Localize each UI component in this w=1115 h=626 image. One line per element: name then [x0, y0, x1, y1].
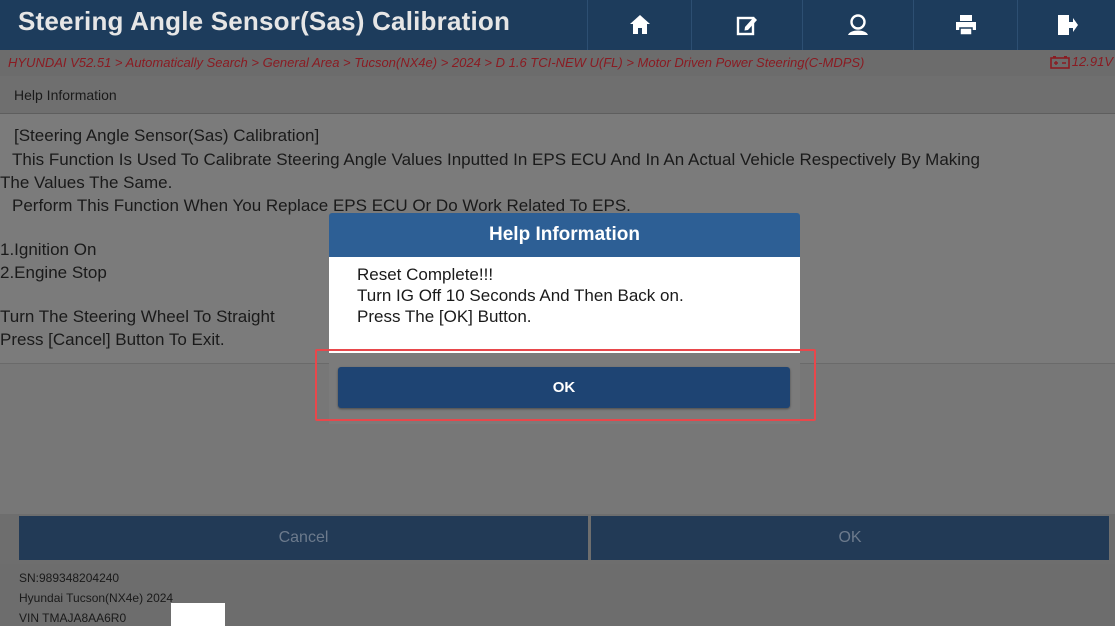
vehicle-info-footer: SN:989348204240 Hyundai Tucson(NX4e) 202…	[0, 564, 1115, 626]
title-bar: Steering Angle Sensor(Sas) Calibration	[0, 0, 1115, 50]
help-line: 1.Ignition On	[0, 240, 97, 259]
ok-button[interactable]: OK	[591, 516, 1109, 560]
help-line: Turn The Steering Wheel To Straight	[0, 307, 275, 326]
help-user-button[interactable]	[803, 0, 913, 50]
cancel-button[interactable]: Cancel	[19, 516, 588, 560]
help-line: 2.Engine Stop	[0, 263, 107, 282]
print-icon	[954, 13, 978, 37]
dialog-body: Reset Complete!!! Turn IG Off 10 Seconds…	[329, 257, 800, 353]
page-title: Steering Angle Sensor(Sas) Calibration	[18, 6, 511, 36]
action-bar: Cancel OK	[0, 514, 1115, 564]
serial-number: SN:989348204240	[19, 571, 120, 585]
print-button[interactable]	[914, 0, 1017, 50]
help-line: [Steering Angle Sensor(Sas) Calibration]	[14, 126, 320, 145]
exit-icon	[1055, 13, 1079, 37]
help-line: The Values The Same.	[0, 173, 173, 192]
help-line: This Function Is Used To Calibrate Steer…	[12, 150, 980, 169]
user-help-icon	[845, 13, 871, 37]
battery-icon	[1049, 55, 1070, 69]
home-icon	[628, 13, 652, 37]
dialog-title: Help Information	[329, 213, 800, 257]
voltage-value: 12.91V	[1071, 54, 1113, 69]
battery-voltage: 12.91V	[1049, 54, 1113, 69]
dialog-line: Reset Complete!!!	[357, 265, 494, 284]
help-section-header: Help Information	[0, 76, 1115, 114]
edit-report-icon	[735, 13, 759, 37]
breadcrumb-bar: HYUNDAI V52.51 > Automatically Search > …	[0, 50, 1115, 76]
home-button[interactable]	[588, 0, 691, 50]
vehicle-model: Hyundai Tucson(NX4e) 2024	[19, 591, 174, 605]
dialog-line: Press The [OK] Button.	[357, 307, 532, 326]
help-line: Press [Cancel] Button To Exit.	[0, 330, 225, 349]
breadcrumb: HYUNDAI V52.51 > Automatically Search > …	[8, 55, 865, 70]
vin-number: VIN TMAJA8AA6R0	[19, 611, 127, 625]
highlight-box	[315, 349, 816, 421]
redaction-box	[171, 603, 225, 626]
dialog-line: Turn IG Off 10 Seconds And Then Back on.	[357, 286, 684, 305]
help-section-title: Help Information	[14, 87, 117, 103]
exit-button[interactable]	[1018, 0, 1115, 50]
report-button[interactable]	[692, 0, 802, 50]
